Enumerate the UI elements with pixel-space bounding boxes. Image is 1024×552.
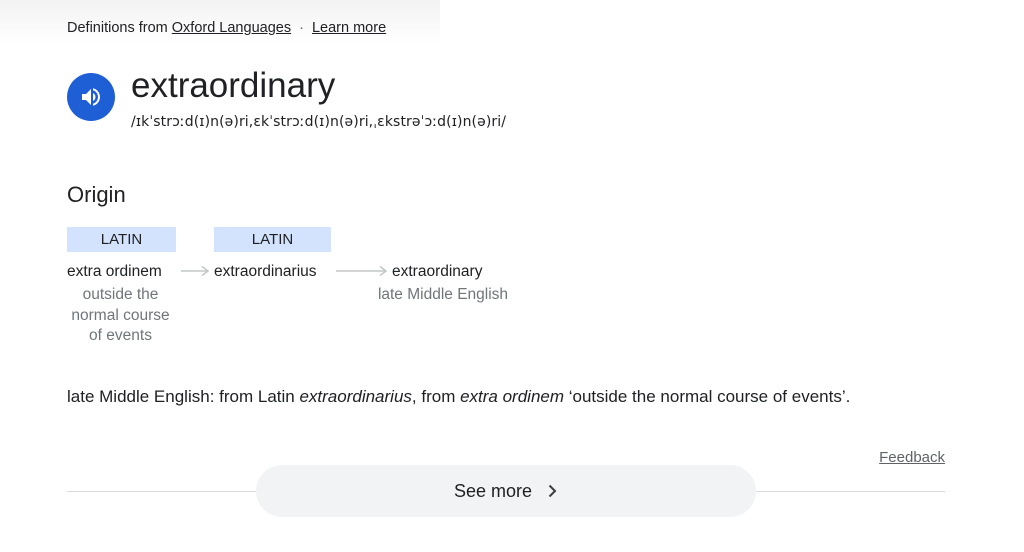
speaker-icon <box>82 88 100 106</box>
source-prefix: Definitions from <box>67 20 168 36</box>
etymon-extraordinarius: extraordinarius <box>214 263 317 280</box>
summary-text-2: , from <box>411 387 461 406</box>
arrow-right-icon <box>336 265 388 277</box>
origin-heading: Origin <box>67 182 126 207</box>
separator: · <box>299 20 304 36</box>
source-attribution: Definitions from Oxford Languages · Lear… <box>67 20 386 36</box>
divider-right <box>755 491 945 492</box>
summary-italic-1: extraordinarius <box>299 387 412 406</box>
gloss-extraordinary: late Middle English <box>377 286 509 303</box>
see-more-button[interactable]: See more <box>256 465 756 517</box>
pronunciation-audio-button[interactable] <box>67 73 115 121</box>
divider-left <box>67 491 257 492</box>
language-badge-latin-1: LATIN <box>67 227 176 252</box>
oxford-languages-link[interactable]: Oxford Languages <box>172 20 291 36</box>
chevron-right-icon <box>546 484 558 498</box>
language-badge-latin-2: LATIN <box>214 227 331 252</box>
feedback-link[interactable]: Feedback <box>879 449 945 466</box>
see-more-label: See more <box>453 480 533 501</box>
headword: extraordinary <box>131 66 336 105</box>
origin-summary: late Middle English: from Latin extraord… <box>67 387 850 407</box>
learn-more-link[interactable]: Learn more <box>312 20 386 36</box>
etymon-extra-ordinem: extra ordinem <box>67 263 162 280</box>
phonetic-transcription: /ɪkˈstrɔːd(ɪ)n(ə)ri,ɛkˈstrɔːd(ɪ)n(ə)ri,ˌ… <box>131 114 507 130</box>
summary-text-1: late Middle English: from Latin <box>67 387 300 406</box>
gloss-extra-ordinem: outside the normal course of events <box>71 286 170 344</box>
arrow-right-icon <box>181 265 210 277</box>
summary-text-3: ‘outside the normal course of events’. <box>564 387 851 406</box>
summary-italic-2: extra ordinem <box>460 387 565 406</box>
etymon-extraordinary: extraordinary <box>392 263 483 280</box>
